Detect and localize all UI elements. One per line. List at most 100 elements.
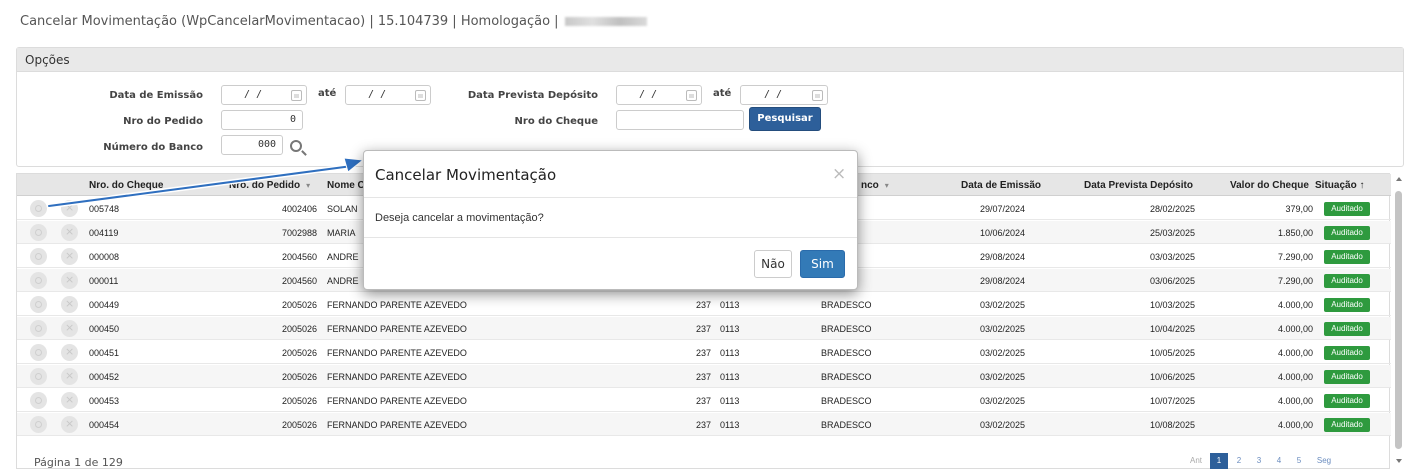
cell-prevista: 10/07/2025: [1150, 396, 1196, 406]
cancel-row-icon[interactable]: [61, 248, 78, 265]
cell-conta: 0113: [720, 348, 740, 358]
view-icon[interactable]: [30, 272, 47, 289]
nao-button[interactable]: Não: [754, 250, 792, 278]
cell-emissao: 03/02/2025: [980, 372, 1026, 382]
header-nro-pedido-label: Nro. do Pedido: [229, 180, 301, 191]
data-prevista-end-input[interactable]: / /: [740, 85, 828, 105]
header-data-prevista[interactable]: Data Prevista Depósito: [1084, 180, 1193, 191]
calendar-icon[interactable]: [686, 90, 697, 101]
grid-scrollbar[interactable]: [1393, 173, 1404, 469]
pagination-page-2[interactable]: 2: [1230, 453, 1248, 469]
header-situacao[interactable]: Situação ↑: [1315, 180, 1364, 191]
data-emissao-end-input[interactable]: / /: [345, 85, 431, 105]
window-title-text: Cancelar Movimentação (WpCancelarMovimen…: [20, 14, 559, 29]
sim-button[interactable]: Sim: [800, 250, 845, 278]
table-row[interactable]: 000449 2005026 FERNANDO PARENTE AZEVEDO 237…: [17, 293, 1391, 316]
view-icon[interactable]: [30, 416, 47, 433]
view-icon[interactable]: [30, 200, 47, 217]
cell-banco: BRADESCO: [821, 420, 872, 430]
numero-banco-label: Número do Banco: [103, 142, 203, 153]
numero-banco-input[interactable]: 000: [221, 135, 283, 155]
nro-pedido-input[interactable]: 0: [221, 110, 303, 130]
scroll-down-icon[interactable]: [1396, 459, 1402, 463]
status-badge: Auditado: [1324, 370, 1370, 384]
sort-desc-icon: ▾: [884, 181, 889, 190]
view-icon[interactable]: [30, 344, 47, 361]
pagination-page-3[interactable]: 3: [1250, 453, 1268, 469]
nro-cheque-input[interactable]: [616, 110, 744, 130]
header-nro-pedido[interactable]: Nro. do Pedido ▾: [229, 180, 310, 191]
cell-pedido: 4002406: [281, 204, 317, 214]
cancel-movement-dialog: Cancelar Movimentação × Deseja cancelar …: [363, 150, 858, 290]
cell-cheque: 000011: [89, 276, 119, 286]
header-nro-cheque[interactable]: Nro. do Cheque: [89, 180, 163, 191]
cell-cheque: 000450: [89, 324, 120, 334]
cell-pedido: 2005026: [281, 396, 317, 406]
header-valor[interactable]: Valor do Cheque: [1230, 180, 1309, 191]
pagination-page-1[interactable]: 1: [1210, 453, 1228, 469]
cell-valor: 1.850,00: [1277, 228, 1313, 238]
pagination-prev[interactable]: Ant: [1184, 453, 1208, 469]
header-data-emissao[interactable]: Data de Emissão: [961, 180, 1041, 191]
data-emissao-label: Data de Emissão: [109, 90, 203, 101]
scroll-up-icon[interactable]: [1396, 177, 1402, 181]
cell-banco: BRADESCO: [821, 324, 872, 334]
cell-banco: BRADESCO: [821, 348, 872, 358]
cancel-row-icon[interactable]: [61, 392, 78, 409]
pagination-next[interactable]: Seg: [1312, 453, 1336, 469]
cancel-row-icon[interactable]: [61, 416, 78, 433]
calendar-icon[interactable]: [291, 90, 302, 101]
view-icon[interactable]: [30, 248, 47, 265]
view-icon[interactable]: [30, 320, 47, 337]
cell-prevista: 03/03/2025: [1150, 252, 1196, 262]
search-icon[interactable]: [290, 140, 302, 152]
close-icon[interactable]: ×: [832, 164, 846, 184]
view-icon[interactable]: [30, 224, 47, 241]
view-icon[interactable]: [30, 296, 47, 313]
table-row[interactable]: 000452 2005026 FERNANDO PARENTE AZEVEDO 237…: [17, 365, 1391, 388]
calendar-icon[interactable]: [812, 90, 823, 101]
view-icon[interactable]: [30, 368, 47, 385]
ate-label: até: [318, 88, 337, 99]
cell-agencia: 237: [695, 324, 711, 334]
window-title: Cancelar Movimentação (WpCancelarMovimen…: [20, 14, 647, 29]
header-banco[interactable]: nco ▾: [861, 180, 889, 191]
status-badge: Auditado: [1324, 250, 1370, 264]
options-panel-heading: Opções: [17, 48, 1403, 72]
cell-banco: BRADESCO: [821, 396, 872, 406]
data-prevista-start-input[interactable]: / /: [616, 85, 702, 105]
header-nome[interactable]: Nome C: [327, 180, 365, 191]
cell-cheque: 000454: [89, 420, 120, 430]
cell-agencia: 237: [695, 396, 711, 406]
pagination-page-5[interactable]: 5: [1290, 453, 1308, 469]
sort-asc-icon: ↑: [1359, 180, 1365, 191]
cancel-row-icon[interactable]: [61, 344, 78, 361]
cancel-row-icon[interactable]: [61, 272, 78, 289]
cancel-row-icon[interactable]: [61, 224, 78, 241]
pesquisar-button[interactable]: Pesquisar: [749, 107, 821, 131]
scroll-thumb[interactable]: [1395, 191, 1402, 449]
cancel-row-icon[interactable]: [61, 320, 78, 337]
status-badge: Auditado: [1324, 298, 1370, 312]
calendar-icon[interactable]: [415, 90, 426, 101]
table-row[interactable]: 000451 2005026 FERNANDO PARENTE AZEVEDO 237…: [17, 341, 1391, 364]
table-row[interactable]: 000454 2005026 FERNANDO PARENTE AZEVEDO 237…: [17, 413, 1391, 436]
cell-emissao: 03/02/2025: [980, 348, 1026, 358]
table-row[interactable]: 000450 2005026 FERNANDO PARENTE AZEVEDO 237…: [17, 317, 1391, 340]
status-badge: Auditado: [1324, 274, 1370, 288]
cancel-row-icon[interactable]: [61, 200, 78, 217]
cell-nome: FERNANDO PARENTE AZEVEDO: [327, 300, 467, 310]
cell-valor: 4.000,00: [1277, 348, 1313, 358]
cell-valor: 4.000,00: [1277, 324, 1313, 334]
cell-cheque: 000452: [89, 372, 120, 382]
status-badge: Auditado: [1324, 394, 1370, 408]
cancel-row-icon[interactable]: [61, 368, 78, 385]
view-icon[interactable]: [30, 392, 47, 409]
table-row[interactable]: 000453 2005026 FERNANDO PARENTE AZEVEDO 237…: [17, 389, 1391, 412]
pagination-page-4[interactable]: 4: [1270, 453, 1288, 469]
cell-prevista: 10/06/2025: [1150, 372, 1196, 382]
data-emissao-start-input[interactable]: / /: [221, 85, 307, 105]
cell-pedido: 2004560: [281, 252, 317, 262]
cell-nome: FERNANDO PARENTE AZEVEDO: [327, 348, 467, 358]
cancel-row-icon[interactable]: [61, 296, 78, 313]
